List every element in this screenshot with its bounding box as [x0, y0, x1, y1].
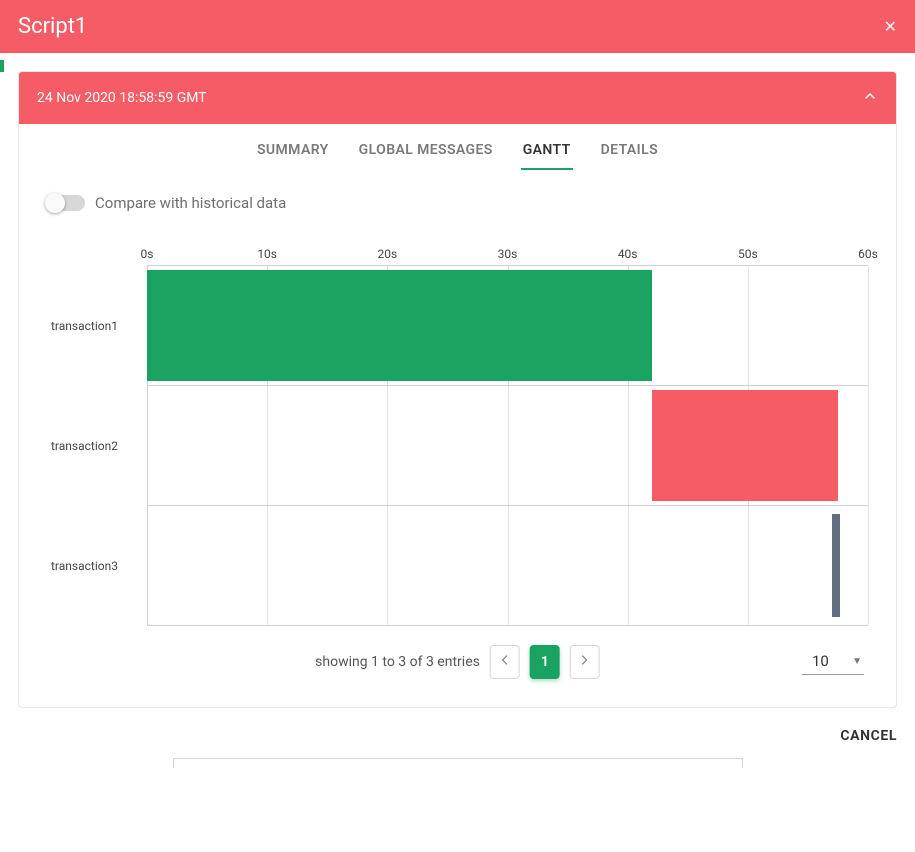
chevron-right-icon: [577, 652, 593, 672]
gantt-bar[interactable]: [652, 390, 838, 501]
gridline: [508, 386, 509, 505]
tab-summary[interactable]: SUMMARY: [255, 136, 331, 170]
pagination-summary: showing 1 to 3 of 3 entries: [315, 654, 480, 670]
row-label: transaction1: [47, 266, 147, 386]
chevron-up-icon: [862, 88, 878, 108]
gridline: [868, 266, 869, 385]
close-icon[interactable]: ✕: [884, 17, 897, 36]
gantt-chart: 0s10s20s30s40s50s60s transaction1transac…: [47, 242, 868, 626]
modal-header: Script1 ✕: [0, 0, 915, 53]
card-timestamp: 24 Nov 2020 18:58:59 GMT: [37, 90, 207, 106]
gantt-bar[interactable]: [832, 514, 840, 617]
gridline: [868, 386, 869, 505]
tab-global-messages[interactable]: GLOBAL MESSAGES: [357, 136, 495, 170]
paginator: showing 1 to 3 of 3 entries 1 10: [47, 626, 868, 697]
dropdown-icon: ▼: [852, 656, 862, 667]
prev-page-button[interactable]: [490, 645, 520, 679]
row-label: transaction2: [47, 386, 147, 506]
chart-row: [147, 266, 868, 386]
gridline: [147, 386, 148, 505]
modal-footer: CANCEL: [0, 708, 915, 754]
x-axis: 0s10s20s30s40s50s60s: [147, 242, 868, 266]
gridline: [748, 506, 749, 625]
x-tick: 50s: [738, 247, 758, 261]
gridline: [267, 386, 268, 505]
x-tick: 0s: [141, 247, 154, 261]
gridline: [147, 506, 148, 625]
page-size-select[interactable]: 10 ▼: [802, 648, 864, 675]
modal-title: Script1: [18, 14, 87, 39]
x-tick: 40s: [618, 247, 638, 261]
gridline: [267, 506, 268, 625]
chart-row: [147, 506, 868, 626]
compare-toggle[interactable]: [47, 195, 85, 211]
cancel-button[interactable]: CANCEL: [840, 728, 897, 744]
row-label: transaction3: [47, 506, 147, 626]
tab-details[interactable]: DETAILS: [599, 136, 660, 170]
gridline: [628, 386, 629, 505]
gridline: [868, 506, 869, 625]
chart-row: [147, 386, 868, 506]
x-tick: 20s: [377, 247, 397, 261]
x-tick: 30s: [498, 247, 518, 261]
axis-corner: [47, 242, 147, 266]
bottom-decor: [173, 758, 743, 768]
gantt-panel: Compare with historical data 0s 10s 20s 30s…: [19, 170, 896, 707]
compare-toggle-label: Compare with historical data: [95, 194, 286, 212]
gridline: [387, 386, 388, 505]
gridline: [628, 506, 629, 625]
card-header[interactable]: 24 Nov 2020 18:58:59 GMT: [19, 72, 896, 124]
tab-gantt[interactable]: GANTT: [521, 136, 573, 170]
page-1-button[interactable]: 1: [530, 645, 560, 679]
gridline: [748, 266, 749, 385]
tab-bar: SUMMARY GLOBAL MESSAGES GANTT DETAILS: [19, 124, 896, 170]
compare-toggle-row: Compare with historical data: [47, 194, 868, 212]
gantt-bar[interactable]: [147, 270, 652, 381]
result-card: 24 Nov 2020 18:58:59 GMT SUMMARY GLOBAL …: [18, 71, 897, 708]
gridline: [387, 506, 388, 625]
left-edge-accent: [0, 60, 4, 72]
chevron-left-icon: [497, 652, 513, 672]
page-size-value: 10: [812, 652, 829, 670]
next-page-button[interactable]: [570, 645, 600, 679]
toggle-knob: [45, 193, 65, 213]
gridline: [508, 506, 509, 625]
paginator-center: showing 1 to 3 of 3 entries 1: [315, 645, 600, 679]
x-tick: 10s: [257, 247, 277, 261]
x-tick: 60s: [858, 247, 878, 261]
